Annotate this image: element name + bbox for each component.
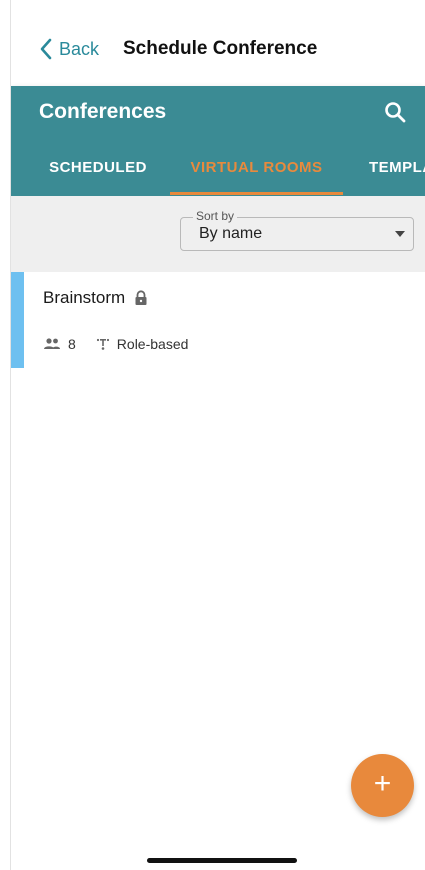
- room-list: Brainstorm 8 Role-based: [11, 272, 425, 368]
- room-accent-bar: [11, 272, 24, 368]
- lock-icon: [135, 290, 147, 305]
- room-mode: Role-based: [116, 336, 189, 352]
- active-tab-indicator: [170, 192, 343, 195]
- people-icon: [44, 338, 60, 349]
- sort-bar: Sort by By name: [11, 196, 425, 272]
- room-name: Brainstorm: [43, 288, 126, 307]
- plus-icon: +: [373, 767, 392, 800]
- nav-title: Schedule Conference: [123, 38, 318, 59]
- tab-scheduled[interactable]: SCHEDULED: [35, 146, 161, 196]
- app-frame: Back Schedule Conference Conferences SCH…: [10, 0, 425, 870]
- page-title: Conferences: [39, 100, 167, 123]
- tab-templates[interactable]: TEMPLATES: [369, 146, 425, 196]
- role-based-icon: [96, 338, 109, 350]
- sort-select[interactable]: Sort by By name: [180, 209, 414, 251]
- add-room-button[interactable]: +: [351, 754, 414, 817]
- back-label: Back: [59, 38, 100, 59]
- home-indicator: [147, 858, 297, 863]
- tab-bar: SCHEDULED VIRTUAL ROOMS TEMPLATES: [11, 146, 425, 196]
- tab-virtual-rooms[interactable]: VIRTUAL ROOMS: [170, 146, 343, 196]
- participant-count: 8: [68, 336, 76, 352]
- app-bar: Conferences SCHEDULED VIRTUAL ROOMS TEMP…: [11, 86, 425, 196]
- back-button[interactable]: Back: [39, 36, 99, 62]
- search-icon[interactable]: [383, 100, 407, 124]
- navigation-bar: Back Schedule Conference: [11, 0, 425, 86]
- sort-legend: Sort by: [193, 209, 238, 223]
- sort-value: By name: [199, 225, 263, 242]
- chevron-left-icon: [40, 38, 52, 60]
- caret-down-icon: [395, 231, 405, 237]
- room-title: Brainstorm: [43, 288, 148, 308]
- list-item[interactable]: Brainstorm 8 Role-based: [11, 272, 425, 368]
- room-meta: 8 Role-based: [43, 336, 188, 352]
